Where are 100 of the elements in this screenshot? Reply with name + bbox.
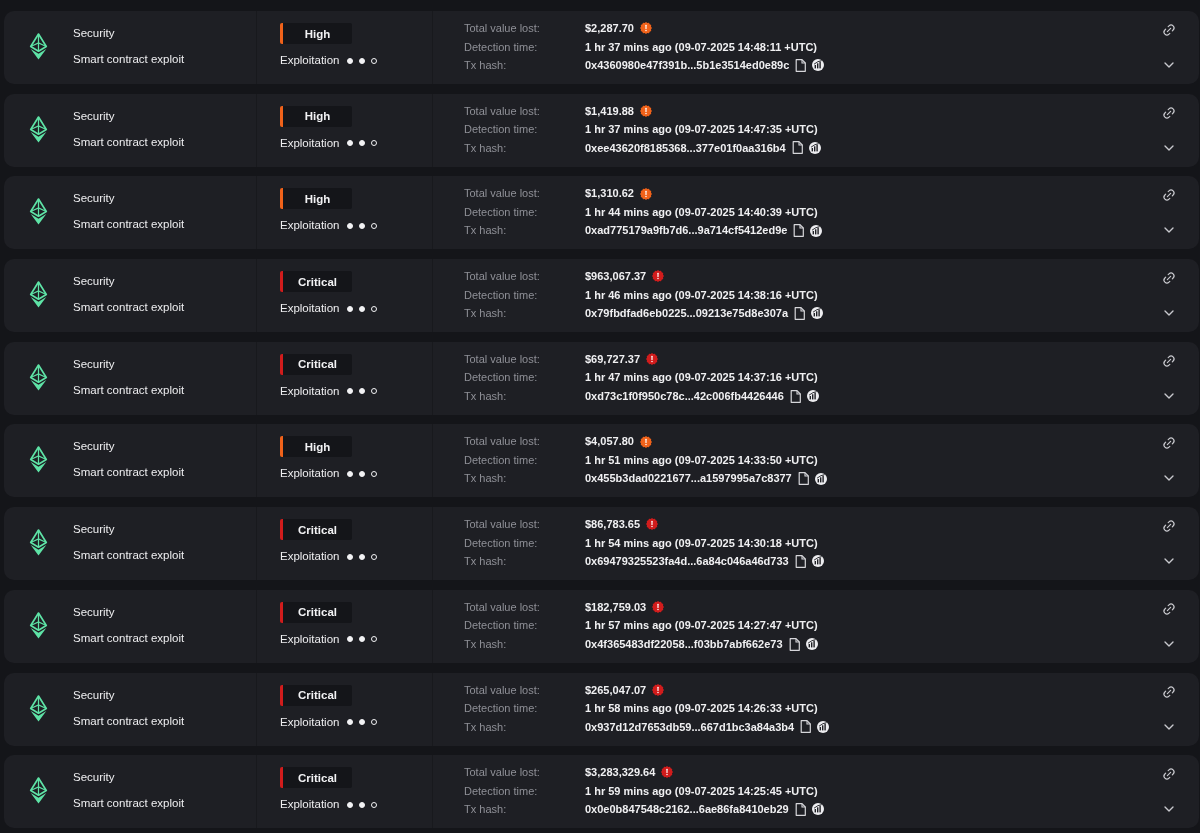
detail-label: Tx hash: bbox=[464, 719, 508, 735]
detail-label: Detection time: bbox=[464, 452, 539, 468]
chart-circle-icon[interactable] bbox=[805, 638, 818, 651]
severity-badge: Critical bbox=[280, 519, 352, 541]
detail-label: Detection time: bbox=[464, 701, 539, 716]
chart-circle-icon[interactable] bbox=[814, 472, 827, 485]
tx-hash-value: 0xad775179a9fb7d6...9a714cf5412ed9e bbox=[585, 223, 788, 239]
tx-hash-value: 0x69479325523fa4d...6a84c046a46d733 bbox=[585, 554, 789, 570]
copy-icon[interactable] bbox=[788, 637, 800, 651]
filled-dot-icon bbox=[347, 636, 354, 643]
copy-icon[interactable] bbox=[794, 802, 806, 816]
link-icon[interactable] bbox=[1162, 23, 1176, 37]
detail-label: Tx hash: bbox=[464, 471, 508, 487]
value-lost-amount: $3,283,329.64 bbox=[585, 765, 656, 781]
chart-circle-icon[interactable] bbox=[817, 720, 830, 733]
copy-icon[interactable] bbox=[794, 306, 806, 320]
tx-hash-value: 0x0e0b847548c2162...6ae86fa8410eb29 bbox=[585, 802, 789, 818]
value-lost-amount: $963,067.37 bbox=[585, 269, 647, 285]
chart-circle-icon[interactable] bbox=[810, 224, 823, 237]
category-label: Security bbox=[73, 192, 116, 206]
chart-circle-icon[interactable] bbox=[811, 555, 824, 568]
filled-dot-icon bbox=[347, 470, 354, 477]
detail-label: Total value lost: bbox=[464, 269, 541, 285]
severity-badge: High bbox=[280, 188, 352, 210]
category-label: Security bbox=[73, 523, 116, 537]
detail-label: Detection time: bbox=[464, 204, 539, 220]
exploitation-label: Exploitation bbox=[280, 54, 340, 67]
filled-dot-icon bbox=[347, 388, 354, 395]
alert-title: Smart contract exploit bbox=[73, 549, 185, 563]
filled-dot-icon bbox=[347, 222, 354, 229]
detail-label: Total value lost: bbox=[464, 599, 541, 615]
value-lost-amount: $265,047.07 bbox=[585, 682, 647, 698]
detail-label: Tx hash: bbox=[464, 636, 508, 652]
detail-label: Total value lost: bbox=[464, 682, 541, 698]
detail-label: Tx hash: bbox=[464, 554, 508, 570]
chart-circle-icon[interactable] bbox=[808, 141, 821, 154]
alert-title: Smart contract exploit bbox=[73, 383, 185, 397]
filled-dot-icon bbox=[359, 636, 366, 643]
copy-icon[interactable] bbox=[791, 141, 803, 155]
link-icon[interactable] bbox=[1162, 105, 1176, 120]
exploitation-label: Exploitation bbox=[280, 384, 340, 398]
tx-hash-value: 0xee43620f8185368...377e01f0aa316b4 bbox=[585, 140, 786, 156]
detail-label: Tx hash: bbox=[464, 388, 508, 404]
filled-dot-icon bbox=[359, 222, 366, 229]
copy-icon[interactable] bbox=[800, 720, 812, 734]
filled-dot-icon bbox=[359, 57, 366, 64]
exploitation-label: Exploitation bbox=[280, 302, 340, 316]
tx-hash-value: 0x937d12d7653db59...667d1bc3a84a3b4 bbox=[585, 719, 795, 735]
copy-icon[interactable] bbox=[797, 472, 809, 486]
copy-icon[interactable] bbox=[793, 224, 805, 238]
link-icon[interactable] bbox=[1162, 271, 1176, 286]
category-label: Security bbox=[73, 440, 116, 454]
link-icon[interactable] bbox=[1162, 519, 1176, 534]
detection-time-value: 1 hr 37 mins ago (09-07-2025 14:47:35 +UTC) bbox=[585, 122, 818, 138]
value-lost-amount: $69,727.37 bbox=[585, 351, 641, 367]
detail-label: Detection time: bbox=[464, 39, 539, 55]
category-label: Security bbox=[73, 27, 116, 40]
severity-badge: Critical bbox=[280, 767, 352, 789]
chart-circle-icon[interactable] bbox=[806, 390, 819, 402]
copy-icon[interactable] bbox=[794, 554, 806, 568]
tx-hash-value: 0x4360980e47f391b...5b1e3514ed0e89c bbox=[585, 58, 790, 73]
detail-label: Total value lost: bbox=[464, 765, 541, 781]
detail-label: Tx hash: bbox=[464, 802, 508, 818]
chart-circle-icon[interactable] bbox=[812, 59, 825, 72]
copy-icon[interactable] bbox=[789, 389, 801, 403]
link-icon[interactable] bbox=[1162, 601, 1176, 616]
tx-hash-value: 0x4f365483df22058...f03bb7abf662e73 bbox=[585, 636, 783, 652]
copy-icon[interactable] bbox=[795, 58, 807, 72]
alert-title: Smart contract exploit bbox=[73, 714, 185, 728]
link-icon[interactable] bbox=[1162, 436, 1176, 451]
filled-dot-icon bbox=[347, 801, 354, 808]
value-lost-amount: $86,783.65 bbox=[585, 517, 641, 533]
link-icon[interactable] bbox=[1162, 188, 1176, 203]
value-lost-amount: $182,759.03 bbox=[585, 599, 647, 615]
detection-time-value: 1 hr 51 mins ago (09-07-2025 14:33:50 +UTC) bbox=[585, 452, 818, 468]
detection-time-value: 1 hr 37 mins ago (09-07-2025 14:48:11 +UTC) bbox=[585, 39, 818, 55]
detail-label: Detection time: bbox=[464, 122, 539, 138]
link-icon[interactable] bbox=[1162, 353, 1176, 368]
detail-label: Detection time: bbox=[464, 370, 539, 386]
alert-title: Smart contract exploit bbox=[73, 797, 185, 811]
exploitation-label: Exploitation bbox=[280, 136, 340, 150]
chart-circle-icon[interactable] bbox=[811, 803, 824, 816]
detail-label: Total value lost: bbox=[464, 434, 541, 450]
filled-dot-icon bbox=[359, 801, 366, 808]
exploitation-label: Exploitation bbox=[280, 550, 340, 564]
filled-dot-icon bbox=[359, 140, 366, 147]
link-icon[interactable] bbox=[1162, 684, 1176, 699]
severity-badge: High bbox=[280, 436, 352, 458]
detail-label: Detection time: bbox=[464, 287, 539, 303]
chart-circle-icon[interactable] bbox=[811, 307, 824, 320]
filled-dot-icon bbox=[359, 553, 366, 560]
severity-badge: Critical bbox=[280, 601, 352, 623]
filled-dot-icon bbox=[347, 553, 354, 560]
tx-hash-value: 0x455b3dad0221677...a1597995a7c8377 bbox=[585, 471, 792, 487]
value-lost-amount: $2,287.70 bbox=[585, 21, 634, 36]
value-lost-amount: $1,310.62 bbox=[585, 186, 634, 202]
link-icon[interactable] bbox=[1162, 767, 1176, 782]
exploitation-label: Exploitation bbox=[280, 219, 340, 233]
detail-label: Total value lost: bbox=[464, 186, 541, 202]
value-lost-amount: $1,419.88 bbox=[585, 103, 634, 119]
